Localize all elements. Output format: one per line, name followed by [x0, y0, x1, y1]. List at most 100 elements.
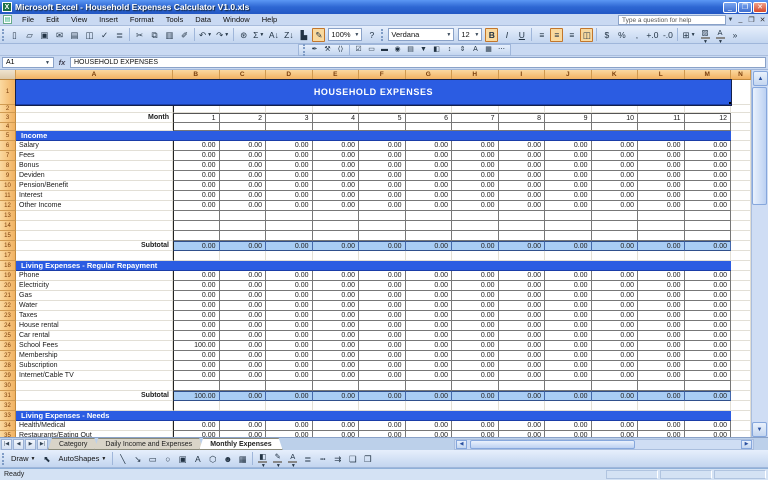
value-cell[interactable]: 0.00: [638, 421, 685, 431]
empty-bordered-cell[interactable]: [638, 231, 685, 241]
cell-N24[interactable]: [731, 321, 751, 331]
value-cell[interactable]: 0.00: [638, 321, 685, 331]
value-cell[interactable]: 0.00: [545, 271, 592, 281]
help-icon[interactable]: ?: [365, 28, 378, 42]
value-cell[interactable]: 0.00: [359, 271, 406, 281]
row-header-25[interactable]: 25: [0, 331, 16, 341]
empty-cell[interactable]: [220, 105, 267, 113]
value-cell[interactable]: 0.00: [452, 341, 499, 351]
value-cell[interactable]: 0.00: [592, 281, 639, 291]
empty-cell[interactable]: [266, 105, 313, 113]
value-cell[interactable]: 0.00: [359, 331, 406, 341]
row-label-cell[interactable]: Internet/Cable TV: [16, 371, 173, 381]
sort-descending-icon[interactable]: Z↓: [282, 28, 295, 42]
value-cell[interactable]: 0.00: [220, 311, 267, 321]
row-header-8[interactable]: 8: [0, 161, 16, 171]
next-sheet-icon[interactable]: ▶: [25, 439, 36, 450]
empty-cell[interactable]: [406, 105, 453, 113]
row-header-20[interactable]: 20: [0, 281, 16, 291]
empty-bordered-cell[interactable]: [545, 211, 592, 221]
empty-bordered-cell[interactable]: [220, 221, 267, 231]
restore-button[interactable]: ❐: [738, 2, 752, 13]
value-cell[interactable]: 0.00: [359, 161, 406, 171]
column-header-C[interactable]: C: [220, 70, 267, 80]
row-label-cell[interactable]: Car rental: [16, 331, 173, 341]
underline-icon[interactable]: U: [515, 28, 528, 42]
value-cell[interactable]: 0.00: [173, 361, 220, 371]
month-number-cell[interactable]: 2: [220, 113, 267, 123]
section-header-cell[interactable]: Income: [16, 131, 731, 141]
value-cell[interactable]: 0.00: [313, 161, 360, 171]
value-cell[interactable]: 0.00: [685, 271, 732, 281]
scroll-down-icon[interactable]: ▼: [752, 422, 767, 437]
empty-bordered-cell[interactable]: [452, 211, 499, 221]
font-size-select[interactable]: 12▼: [458, 28, 482, 41]
value-cell[interactable]: 0.00: [592, 151, 639, 161]
research-icon[interactable]: ≣: [113, 28, 126, 42]
value-cell[interactable]: 0.00: [638, 281, 685, 291]
line-icon[interactable]: ╲: [116, 452, 129, 466]
value-cell[interactable]: 0.00: [220, 341, 267, 351]
value-cell[interactable]: 0.00: [313, 141, 360, 151]
subtotal-value-cell[interactable]: 0.00: [638, 391, 685, 401]
value-cell[interactable]: 0.00: [685, 201, 732, 211]
empty-cell[interactable]: [359, 251, 406, 261]
value-cell[interactable]: 0.00: [266, 371, 313, 381]
value-cell[interactable]: 0.00: [545, 161, 592, 171]
toolbar-grip[interactable]: [2, 453, 5, 465]
empty-bordered-cell[interactable]: [452, 123, 499, 131]
font-name-select[interactable]: Verdana▼: [388, 28, 454, 41]
value-cell[interactable]: 0.00: [313, 171, 360, 181]
empty-bordered-cell[interactable]: [220, 211, 267, 221]
empty-bordered-cell[interactable]: [359, 231, 406, 241]
value-cell[interactable]: 0.00: [499, 421, 546, 431]
empty-cell[interactable]: [452, 401, 499, 411]
row-label-cell[interactable]: Taxes: [16, 311, 173, 321]
value-cell[interactable]: 0.00: [638, 301, 685, 311]
value-cell[interactable]: 0.00: [359, 311, 406, 321]
cell-N20[interactable]: [731, 281, 751, 291]
scroll-right-icon[interactable]: ▶: [741, 440, 752, 449]
empty-bordered-cell[interactable]: [220, 231, 267, 241]
workbook-restore-button[interactable]: ❐: [746, 16, 757, 24]
row-header-6[interactable]: 6: [0, 141, 16, 151]
empty-cell[interactable]: [499, 105, 546, 113]
empty-cell[interactable]: [685, 105, 732, 113]
empty-cell[interactable]: [638, 105, 685, 113]
row-header-2[interactable]: 2: [0, 105, 16, 113]
last-sheet-icon[interactable]: ▶|: [37, 439, 48, 450]
subtotal-value-cell[interactable]: 0.00: [173, 241, 220, 251]
row-header-9[interactable]: 9: [0, 171, 16, 181]
value-cell[interactable]: 0.00: [220, 171, 267, 181]
row-label-cell[interactable]: Salary: [16, 141, 173, 151]
value-cell[interactable]: 0.00: [545, 361, 592, 371]
value-cell[interactable]: 0.00: [266, 141, 313, 151]
value-cell[interactable]: 0.00: [499, 281, 546, 291]
month-number-cell[interactable]: 10: [592, 113, 639, 123]
empty-bordered-cell[interactable]: [545, 221, 592, 231]
empty-bordered-cell[interactable]: [359, 381, 406, 391]
row-header-7[interactable]: 7: [0, 151, 16, 161]
cell-N30[interactable]: [731, 381, 751, 391]
value-cell[interactable]: 0.00: [685, 181, 732, 191]
empty-cell[interactable]: [592, 251, 639, 261]
month-number-cell[interactable]: 5: [359, 113, 406, 123]
print-icon[interactable]: ▤: [68, 28, 81, 42]
value-cell[interactable]: 0.00: [545, 301, 592, 311]
sort-ascending-icon[interactable]: A↓: [267, 28, 280, 42]
value-cell[interactable]: 0.00: [173, 301, 220, 311]
comma-style-icon[interactable]: ,: [630, 28, 643, 42]
workbook-minimize-button[interactable]: _: [735, 16, 746, 23]
section-header-cell[interactable]: Living Expenses - Needs: [16, 411, 731, 421]
empty-bordered-cell[interactable]: [685, 231, 732, 241]
month-number-cell[interactable]: 11: [638, 113, 685, 123]
empty-bordered-cell[interactable]: [173, 123, 220, 131]
cell-N17[interactable]: [731, 251, 751, 261]
empty-label-cell[interactable]: [16, 211, 173, 221]
italic-icon[interactable]: I: [500, 28, 513, 42]
value-cell[interactable]: 0.00: [266, 201, 313, 211]
column-header-D[interactable]: D: [266, 70, 313, 80]
subtotal-value-cell[interactable]: 0.00: [406, 241, 453, 251]
value-cell[interactable]: 0.00: [638, 201, 685, 211]
menu-help[interactable]: Help: [256, 14, 283, 25]
